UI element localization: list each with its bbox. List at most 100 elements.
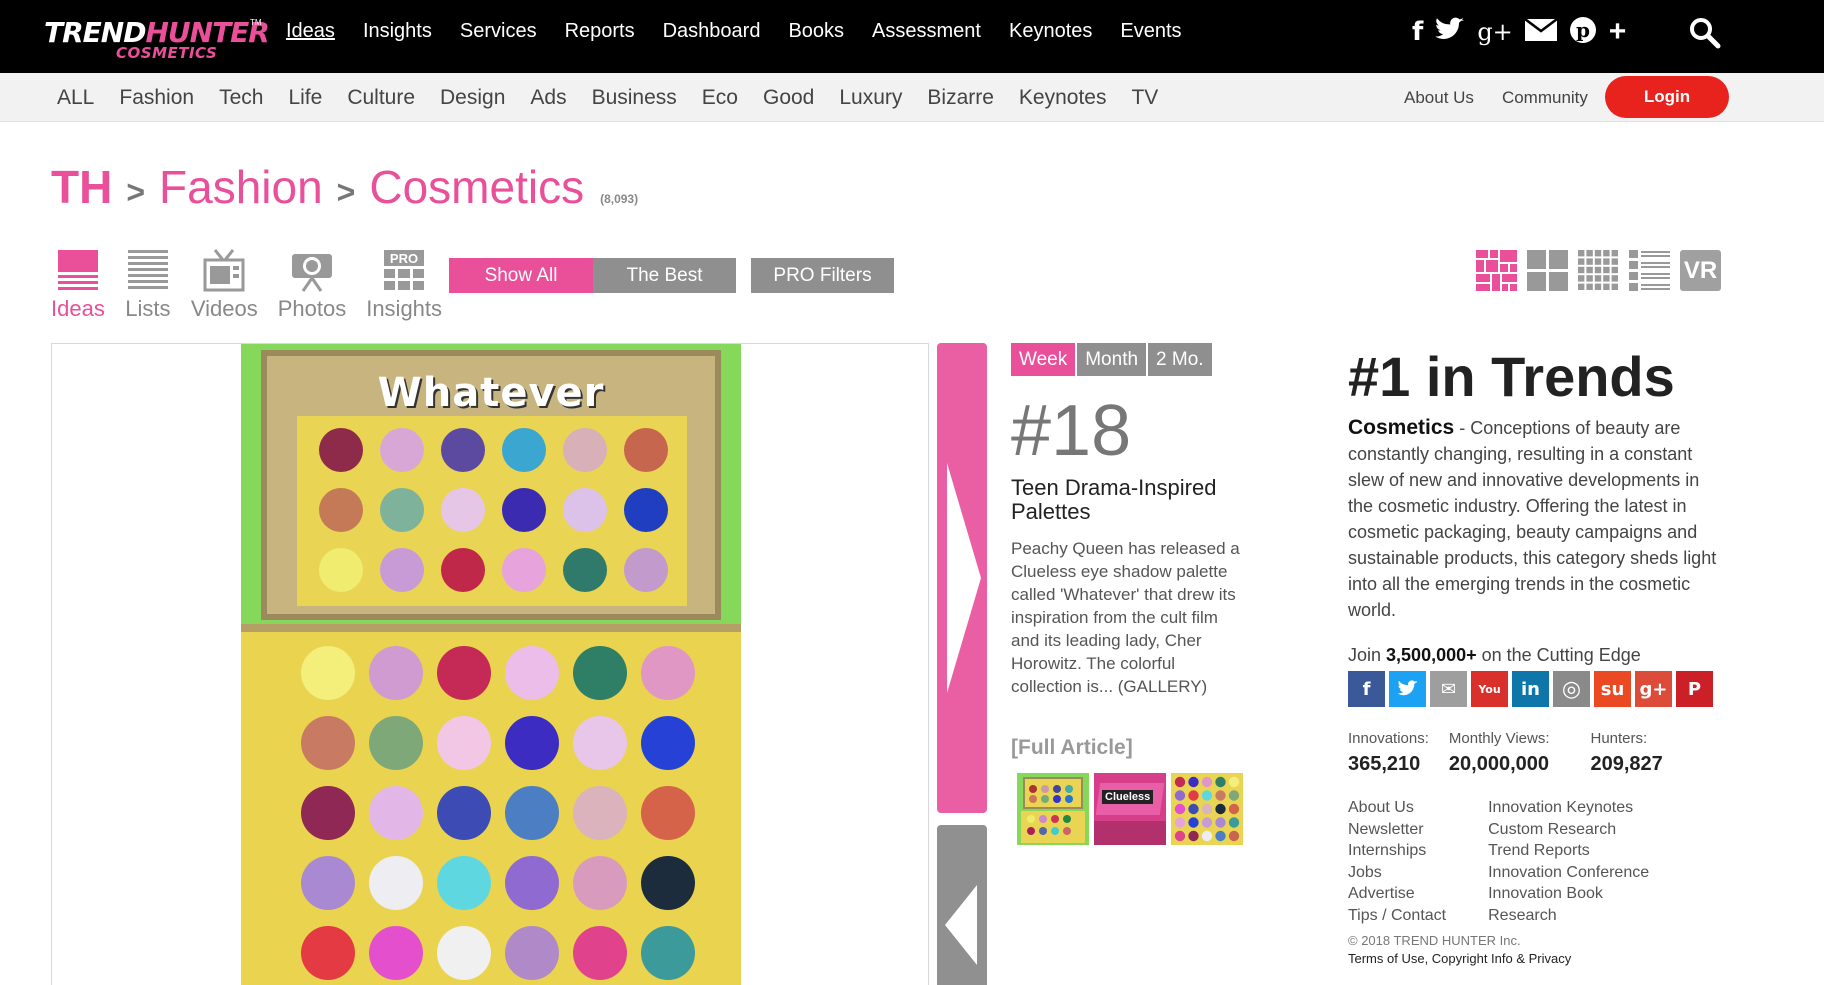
breadcrumb-count: (8,093) [600,192,639,206]
twitter-icon[interactable] [1389,671,1426,707]
mail-icon[interactable] [1524,17,1558,46]
footer-link-advertise[interactable]: Advertise [1348,883,1446,905]
prev-arrow-button[interactable] [937,825,987,985]
category-culture[interactable]: Culture [347,86,415,110]
category-fashion[interactable]: Fashion [119,86,194,110]
category-eco[interactable]: Eco [702,86,738,110]
tab-lists[interactable]: Lists [125,248,171,322]
category-bizarre[interactable]: Bizarre [927,86,994,110]
youtube-icon[interactable]: You [1471,671,1508,707]
main-nav: Ideas Insights Services Reports Dashboar… [286,0,1182,62]
tab-week[interactable]: Week [1011,343,1076,376]
footer-link-about-us[interactable]: About Us [1348,797,1446,819]
search-icon[interactable] [1688,16,1722,50]
pinterest-icon[interactable]: p [1569,16,1597,49]
footer-link-innovation-conference[interactable]: Innovation Conference [1488,862,1649,884]
instagram-icon[interactable]: ◎ [1553,671,1590,707]
vr-layout-button[interactable]: VR [1680,250,1721,291]
sidebar-social-links: f ✉ You in ◎ su g+ P [1348,671,1713,707]
main-nav-ideas[interactable]: Ideas [286,20,335,43]
category-tech[interactable]: Tech [219,86,263,110]
terms-link[interactable]: Terms of Use, Copyright Info & Privacy [1348,951,1571,966]
category-design[interactable]: Design [440,86,505,110]
eyeshadow-pan [437,856,491,910]
tab-videos-label: Videos [190,296,258,321]
community-link[interactable]: Community [1502,88,1588,108]
category-business[interactable]: Business [592,86,677,110]
breadcrumb-category[interactable]: Fashion [159,160,323,214]
mosaic-layout-icon[interactable] [1476,250,1517,291]
footer-link-innovation-keynotes[interactable]: Innovation Keynotes [1488,797,1649,819]
category-all[interactable]: ALL [57,86,94,110]
full-article-link[interactable]: [Full Article] [1011,736,1133,760]
eyeshadow-pan [301,926,355,980]
eyeshadow-pan [505,716,559,770]
small-grid-layout-icon[interactable] [1578,250,1619,291]
pinterest-icon[interactable]: P [1676,671,1713,707]
main-nav-reports[interactable]: Reports [565,20,635,43]
breadcrumb-root[interactable]: TH [51,160,112,214]
about-us-link[interactable]: About Us [1404,88,1474,108]
footer-links: About Us Newsletter Internships Jobs Adv… [1348,797,1649,926]
facebook-icon[interactable]: f [1348,671,1385,707]
trendhunter-logo[interactable]: TRENDHUNTER TM COSMETICS [44,16,270,62]
facebook-icon[interactable]: f [1412,17,1423,47]
time-range-tabs: Week Month 2 Mo. [1011,343,1212,376]
the-best-button[interactable]: The Best [593,258,736,293]
tab-insights[interactable]: PRO Insights [366,248,442,322]
footer-link-trend-reports[interactable]: Trend Reports [1488,840,1649,862]
category-keynotes[interactable]: Keynotes [1019,86,1107,110]
footer-link-custom-research[interactable]: Custom Research [1488,819,1649,841]
breadcrumb-subcategory[interactable]: Cosmetics [369,160,584,214]
plus-icon[interactable]: + [1609,15,1627,49]
gallery-thumbnail[interactable]: Clueless [1094,773,1166,845]
eyeshadow-pan [301,856,355,910]
main-nav-events[interactable]: Events [1120,20,1181,43]
featured-image[interactable]: Whatever [241,344,741,985]
footer-link-tips-contact[interactable]: Tips / Contact [1348,905,1446,927]
main-nav-dashboard[interactable]: Dashboard [663,20,761,43]
footer-link-internships[interactable]: Internships [1348,840,1446,862]
login-button[interactable]: Login [1605,76,1729,118]
main-nav-keynotes[interactable]: Keynotes [1009,20,1092,43]
eyeshadow-pan [573,786,627,840]
footer-link-innovation-book[interactable]: Innovation Book [1488,883,1649,905]
show-all-button[interactable]: Show All [449,258,593,293]
gallery-thumbnail[interactable] [1017,773,1089,845]
tab-2-months[interactable]: 2 Mo. [1148,343,1212,376]
category-ads[interactable]: Ads [530,86,566,110]
eyeshadow-pan [319,428,363,472]
category-tv[interactable]: TV [1131,86,1158,110]
footer-link-research[interactable]: Research [1488,905,1649,927]
category-life[interactable]: Life [288,86,322,110]
list-layout-icon[interactable] [1629,250,1670,291]
eyeshadow-pan [624,488,668,532]
eyeshadow-pan [573,926,627,980]
main-nav-assessment[interactable]: Assessment [872,20,981,43]
large-grid-layout-icon[interactable] [1527,250,1568,291]
palette-lid: Whatever [261,350,721,620]
tab-photos[interactable]: Photos [278,248,346,322]
google-plus-icon[interactable]: g+ [1635,671,1672,707]
gallery-thumbnail[interactable] [1171,773,1243,845]
eyeshadow-pan [301,646,355,700]
main-nav-books[interactable]: Books [788,20,844,43]
tab-month[interactable]: Month [1077,343,1147,376]
article-title[interactable]: Teen Drama-Inspired Palettes [1011,476,1236,524]
category-luxury[interactable]: Luxury [839,86,902,110]
google-plus-icon[interactable]: g+ [1477,18,1512,46]
footer-link-jobs[interactable]: Jobs [1348,862,1446,884]
main-nav-services[interactable]: Services [460,20,537,43]
tab-videos[interactable]: Videos [191,248,258,322]
main-nav-insights[interactable]: Insights [363,20,432,43]
twitter-icon[interactable] [1435,17,1465,48]
stumbleupon-icon[interactable]: su [1594,671,1631,707]
eyeshadow-pan [369,716,423,770]
footer-link-newsletter[interactable]: Newsletter [1348,819,1446,841]
linkedin-icon[interactable]: in [1512,671,1549,707]
tab-ideas[interactable]: Ideas [51,248,105,322]
next-arrow-button[interactable] [937,343,987,813]
pro-filters-button[interactable]: PRO Filters [751,258,894,293]
category-good[interactable]: Good [763,86,814,110]
mail-icon[interactable]: ✉ [1430,671,1467,707]
